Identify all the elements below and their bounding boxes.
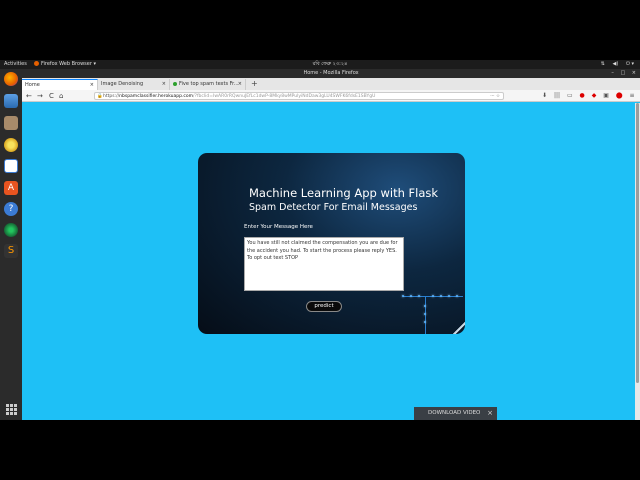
download-video-bar[interactable]: DOWNLOAD VIDEO × [414,407,497,420]
clock[interactable]: রবি ফেব্রু ২৩:২৪ [300,60,360,69]
forward-button[interactable]: → [37,90,43,102]
decorative-glow-dot [448,295,450,297]
page-scrollbar-thumb[interactable] [636,103,639,383]
tab-label: Home [25,82,40,88]
site-favicon-icon [173,81,177,86]
system-top-bar: Activities Firefox Web Browser ▾ রবি ফেব… [0,60,640,69]
message-input[interactable]: You have still not claimed the compensat… [244,237,404,291]
close-window-button[interactable]: × [632,70,636,76]
url-bar[interactable]: 🔒 https://nbspamclassifier.herokuapp.com… [94,92,504,100]
page-subtitle: Spam Detector For Email Messages [249,202,418,213]
sidebar-icon[interactable]: ▭ [567,92,573,99]
firefox-window: Home - Mozilla Firefox – □ × Home × Image… [22,69,640,420]
extension-ublock-icon[interactable]: ◆ [592,92,597,99]
url-path: /?fbclid=IwAR0rRQwnuJEfLc1dwP-8Mky8wMPul… [193,94,376,99]
firefox-mini-icon [34,61,39,66]
libreoffice-writer-icon[interactable] [4,159,18,173]
show-applications-icon[interactable] [6,404,17,415]
page-title: Machine Learning App with Flask [249,186,439,200]
system-tray[interactable]: ⇅ ◀) ⏻ ▾ [595,60,634,69]
tab-image-denoising[interactable]: Image Denoising × [98,79,170,90]
decorative-glow-dot [424,321,426,323]
app-menu-label: Firefox Web Browser ▾ [41,61,96,67]
extension-screenshot-icon[interactable]: ▣ [603,92,609,99]
tab-label: Image Denoising [101,81,144,87]
decorative-glow-dot [402,295,404,297]
decorative-corner-mark [453,322,465,334]
window-titlebar: Home - Mozilla Firefox – □ × [22,69,640,78]
window-controls: – □ × [606,69,636,78]
close-tab-icon[interactable]: × [90,80,94,90]
home-button[interactable]: ⌂ [59,90,63,102]
decorative-glow-dot [418,295,420,297]
app-menu[interactable]: Firefox Web Browser ▾ [34,60,96,69]
library-icon[interactable]: ||| [554,92,560,99]
tab-bar: Home × Image Denoising × Five top spam tex… [22,78,640,90]
navigation-toolbar: ← → C ⌂ 🔒 https://nbspamclassifier.herok… [22,90,640,102]
extension-adblock-icon[interactable]: ⬤ [616,92,623,99]
tab-spam-texts[interactable]: Five top spam texts Fr... × [170,79,246,90]
decorative-glow-dot [456,295,458,297]
downloads-icon[interactable]: ⬇ [542,92,547,99]
window-title: Home - Mozilla Firefox [303,70,359,76]
decorative-glow-dot [440,295,442,297]
tab-label: Five top spam texts Fr... [179,81,239,87]
message-label: Enter Your Message Here [244,224,313,230]
close-tab-icon[interactable]: × [162,79,166,90]
activities-button[interactable]: Activities [4,60,27,69]
sublime-text-icon[interactable]: S [4,244,18,258]
decorative-glow-dot [424,313,426,315]
dock: A ? S [0,69,22,420]
page-actions-icon[interactable]: ··· ☆ [490,93,500,99]
screen: Activities Firefox Web Browser ▾ রবি ফেব… [0,0,640,480]
decorative-glow-dot [424,305,426,307]
decorative-glow-dot [432,295,434,297]
new-tab-button[interactable]: + [251,79,258,89]
close-tab-icon[interactable]: × [238,79,242,90]
power-icon: ⏻ ▾ [625,61,634,67]
reload-button[interactable]: C [49,90,54,102]
predict-button[interactable]: predict [306,301,342,312]
files-icon[interactable] [4,116,18,130]
decorative-circuit-line [425,296,426,334]
software-center-icon[interactable]: A [4,181,18,195]
lock-icon[interactable]: 🔒 [97,93,103,99]
download-video-label: DOWNLOAD VIDEO [428,410,481,416]
rhythmbox-icon[interactable] [4,138,18,152]
back-button[interactable]: ← [26,90,32,102]
pycharm-icon[interactable] [4,223,18,237]
thunderbird-icon[interactable] [4,94,18,108]
maximize-button[interactable]: □ [620,70,625,76]
volume-icon: ◀) [612,61,619,67]
tab-home[interactable]: Home × [22,79,98,90]
minimize-button[interactable]: – [611,70,614,76]
web-page: Machine Learning App with Flask Spam Det… [22,103,635,420]
decorative-glow-dot [410,295,412,297]
url-host: nbspamclassifier.herokuapp.com [119,94,194,99]
url-prefix: https:// [103,94,120,99]
toolbar-icons: ⬇ ||| ▭ ● ◆ ▣ ⬤ ≡ [542,90,640,102]
firefox-icon[interactable] [4,72,18,86]
hamburger-menu-icon[interactable]: ≡ [630,92,635,99]
help-icon[interactable]: ? [4,202,18,216]
close-icon[interactable]: × [487,407,493,420]
extension-record-icon[interactable]: ● [580,92,585,99]
spam-detector-card: Machine Learning App with Flask Spam Det… [198,153,465,334]
network-icon: ⇅ [600,61,605,67]
